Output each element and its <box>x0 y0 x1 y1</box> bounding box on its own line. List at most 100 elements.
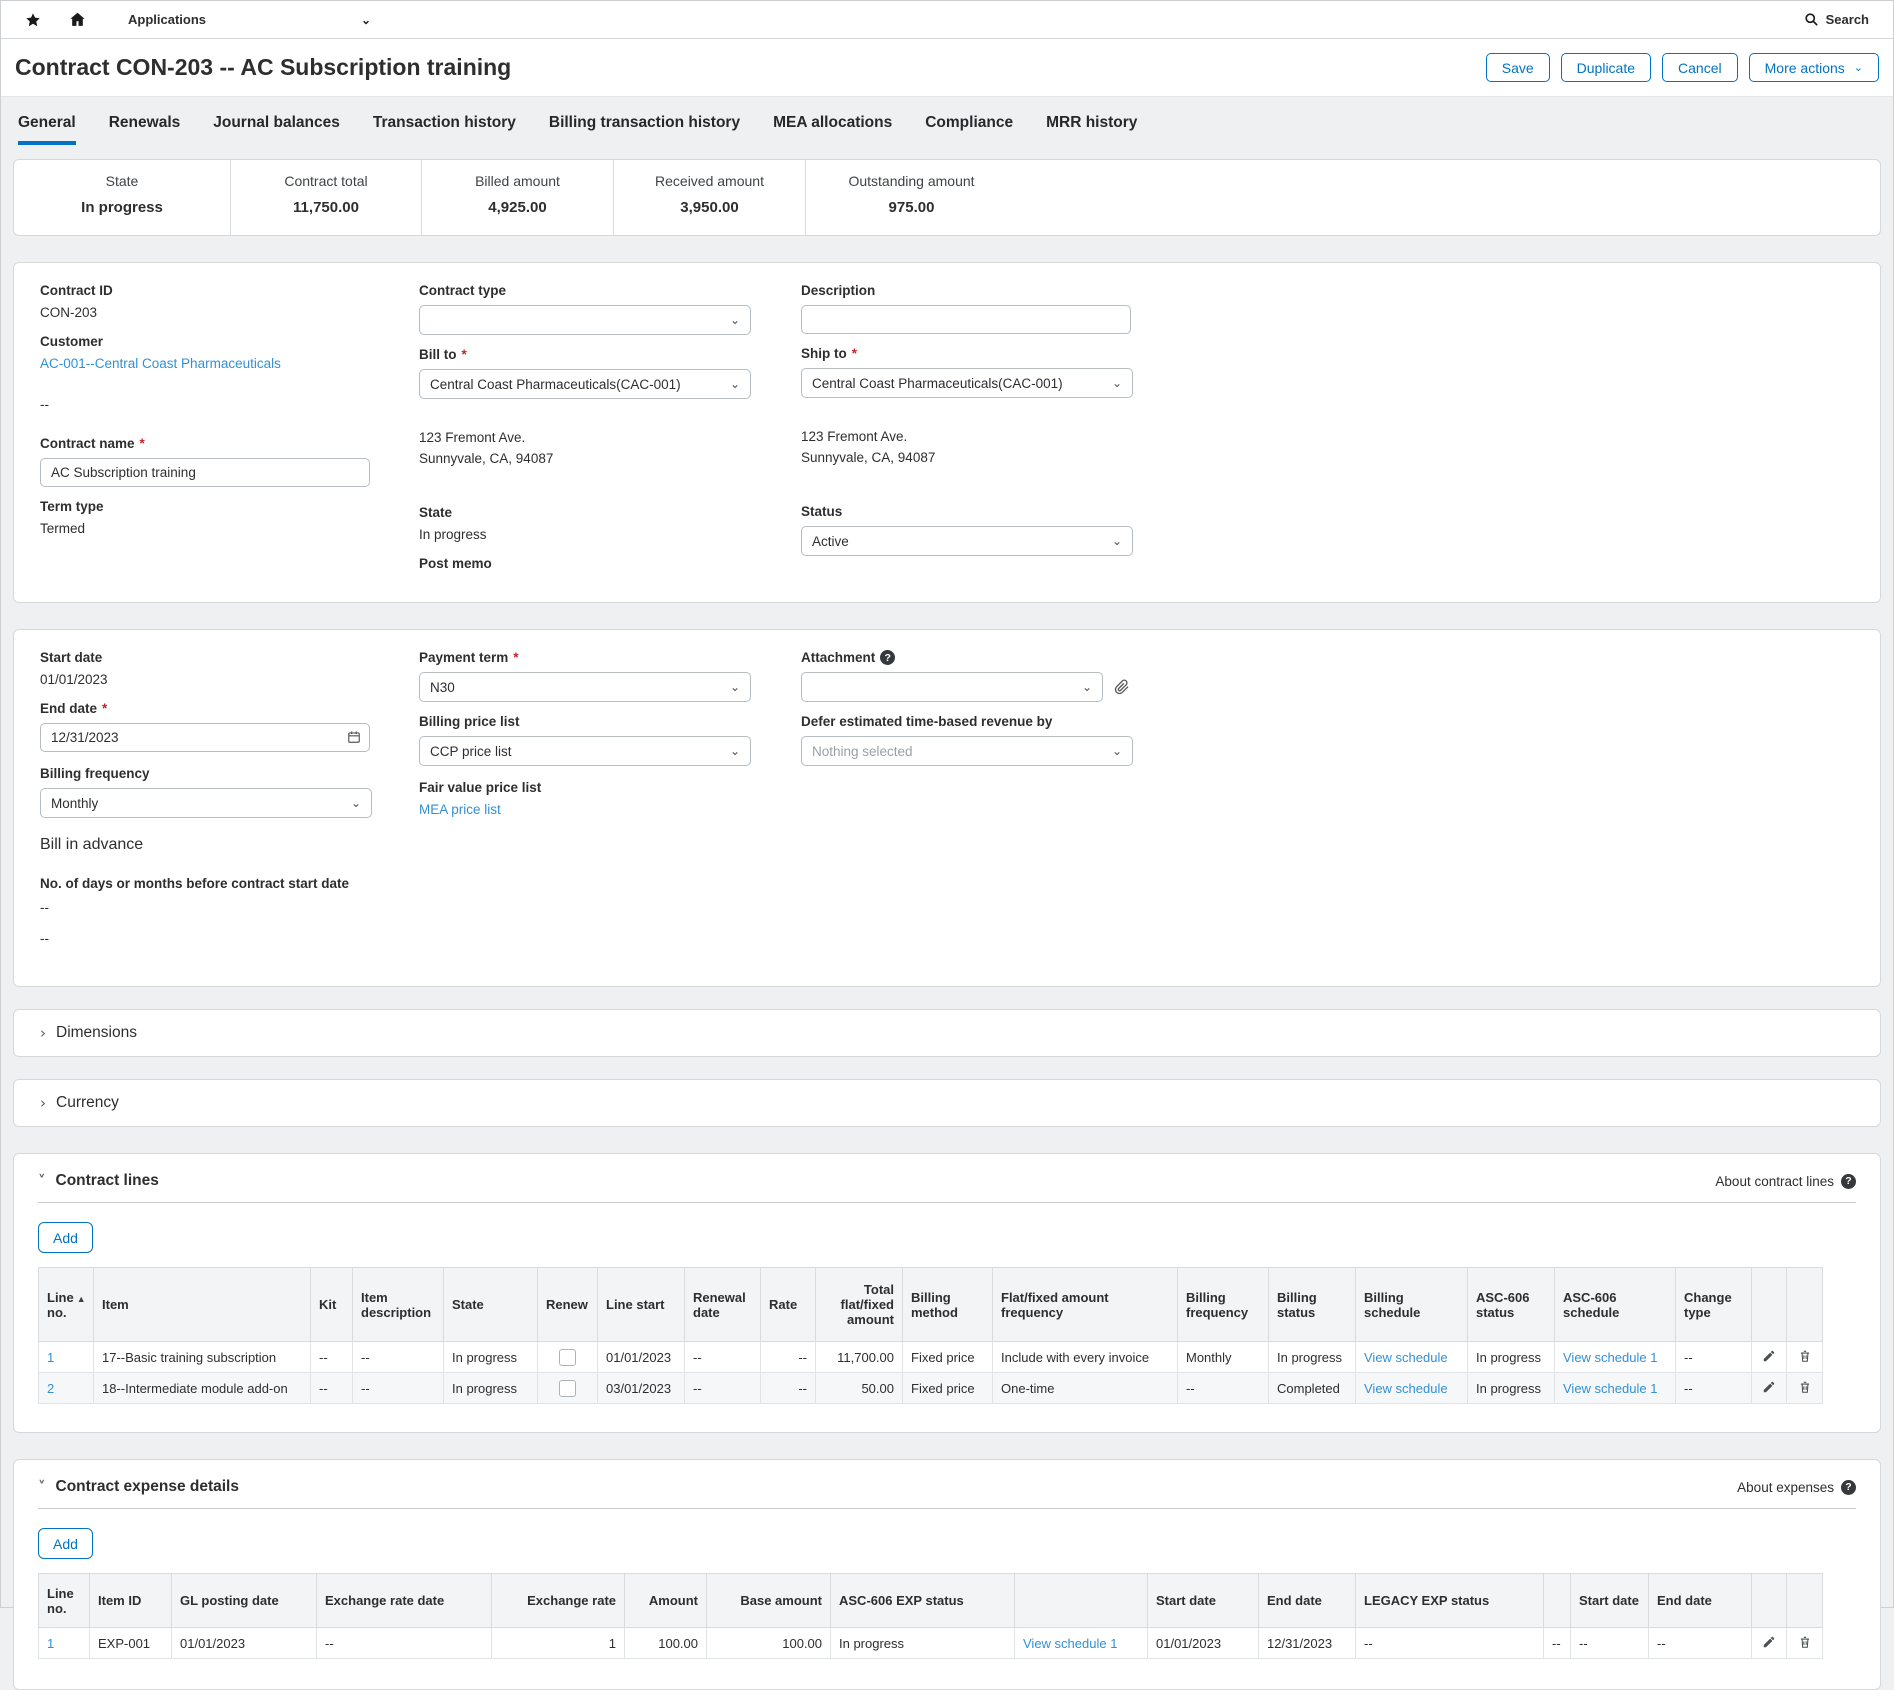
col-billing-status: Billing status <box>1269 1268 1356 1342</box>
cancel-button[interactable]: Cancel <box>1662 53 1738 82</box>
col-asc606-status: ASC-606 status <box>1468 1268 1555 1342</box>
renew-checkbox[interactable] <box>559 1380 576 1397</box>
tab-journal-balances[interactable]: Journal balances <box>213 114 340 145</box>
status-select[interactable]: Active ⌄ <box>801 526 1133 556</box>
dimensions-section-toggle[interactable]: › Dimensions <box>13 1009 1881 1057</box>
header-actions: Save Duplicate Cancel More actions ⌄ <box>1486 53 1879 82</box>
summary-value: 4,925.00 <box>422 199 613 216</box>
required-asterisk: * <box>513 650 518 665</box>
kit-cell: -- <box>311 1373 353 1404</box>
general-column-1: Contract ID CON-203 Customer AC-001--Cen… <box>40 283 419 578</box>
ship-to-select[interactable]: Central Coast Pharmaceuticals(CAC-001) ⌄ <box>801 368 1133 398</box>
chevron-down-icon: ⌄ <box>1112 534 1122 548</box>
contract-type-select[interactable]: ⌄ <box>419 305 751 335</box>
post-memo-label: Post memo <box>419 556 801 571</box>
bill-to-label: Bill to* <box>419 347 801 362</box>
applications-menu[interactable]: Applications ⌄ <box>128 12 371 27</box>
help-icon[interactable]: ? <box>880 650 895 665</box>
page-title: Contract CON-203 -- AC Subscription trai… <box>15 54 511 81</box>
col-item-description: Item description <box>353 1268 444 1342</box>
gl-posting-date-cell: 01/01/2023 <box>172 1628 317 1659</box>
defer-revenue-label: Defer estimated time-based revenue by <box>801 714 1854 729</box>
paperclip-icon[interactable] <box>1114 679 1130 695</box>
days-before-start-label: No. of days or months before contract st… <box>40 876 419 891</box>
chevron-right-icon: › <box>40 1024 46 1042</box>
duplicate-button[interactable]: Duplicate <box>1561 53 1651 82</box>
end-date-input[interactable] <box>40 723 370 752</box>
contract-line-row: 1 17--Basic training subscription -- -- … <box>39 1342 1823 1373</box>
add-expense-button[interactable]: Add <box>38 1528 93 1559</box>
item-id-cell: EXP-001 <box>90 1628 172 1659</box>
summary-received-amount: Received amount 3,950.00 <box>613 160 805 235</box>
tab-mea-allocations[interactable]: MEA allocations <box>773 114 892 145</box>
billing-schedule-link[interactable]: View schedule <box>1364 1350 1448 1365</box>
attachment-select[interactable]: ⌄ <box>801 672 1103 702</box>
edit-icon[interactable] <box>1762 1349 1776 1363</box>
save-button[interactable]: Save <box>1486 53 1550 82</box>
tab-billing-transaction-history[interactable]: Billing transaction history <box>549 114 740 145</box>
more-actions-button[interactable]: More actions ⌄ <box>1749 53 1879 82</box>
customer-extra-value: -- <box>40 397 419 412</box>
tab-renewals[interactable]: Renewals <box>109 114 181 145</box>
general-column-3: Description Ship to* Central Coast Pharm… <box>801 283 1854 578</box>
tab-general[interactable]: General <box>18 114 76 145</box>
line-number-link[interactable]: 1 <box>47 1636 54 1651</box>
edit-icon[interactable] <box>1762 1635 1776 1649</box>
chevron-down-icon[interactable]: ˅ <box>38 1478 46 1496</box>
asc606-schedule-link[interactable]: View schedule 1 <box>1563 1350 1657 1365</box>
col-legacy-exp-status: LEGACY EXP status <box>1356 1574 1544 1628</box>
about-contract-lines[interactable]: About contract lines ? <box>1715 1174 1856 1189</box>
col-line-no[interactable]: Line▲ no. <box>39 1268 94 1342</box>
line-start-cell: 03/01/2023 <box>598 1373 685 1404</box>
contract-name-input[interactable] <box>40 458 370 487</box>
start-date-value: 01/01/2023 <box>40 672 419 687</box>
bill-to-select[interactable]: Central Coast Pharmaceuticals(CAC-001) ⌄ <box>419 369 751 399</box>
delete-icon[interactable] <box>1798 1380 1812 1394</box>
chevron-down-icon: ⌄ <box>730 680 740 694</box>
item-description-cell: -- <box>353 1342 444 1373</box>
edit-icon[interactable] <box>1762 1380 1776 1394</box>
amount-cell: 100.00 <box>625 1628 707 1659</box>
asc606-schedule-link[interactable]: View schedule 1 <box>1563 1381 1657 1396</box>
line-number-link[interactable]: 1 <box>47 1350 54 1365</box>
chevron-down-icon: ⌄ <box>730 744 740 758</box>
payment-term-select[interactable]: N30 ⌄ <box>419 672 751 702</box>
ship-to-value: Central Coast Pharmaceuticals(CAC-001) <box>812 376 1063 391</box>
expense-schedule-link[interactable]: View schedule 1 <box>1023 1636 1117 1651</box>
add-contract-line-button[interactable]: Add <box>38 1222 93 1253</box>
delete-icon[interactable] <box>1798 1635 1812 1649</box>
currency-section-toggle[interactable]: › Currency <box>13 1079 1881 1127</box>
tab-transaction-history[interactable]: Transaction history <box>373 114 516 145</box>
dimensions-section-label: Dimensions <box>56 1024 137 1042</box>
billing-schedule-link[interactable]: View schedule <box>1364 1381 1448 1396</box>
asc606-exp-status-cell: In progress <box>831 1628 1015 1659</box>
calendar-icon[interactable] <box>347 730 361 744</box>
about-expenses[interactable]: About expenses ? <box>1737 1480 1856 1495</box>
home-icon[interactable] <box>69 11 86 28</box>
bill-in-advance-heading: Bill in advance <box>40 836 419 854</box>
global-search[interactable]: Search <box>1804 12 1869 27</box>
more-actions-label: More actions <box>1765 60 1845 76</box>
line-number-link[interactable]: 2 <box>47 1381 54 1396</box>
chevron-down-icon: ⌄ <box>1112 376 1122 390</box>
contract-type-label: Contract type <box>419 283 801 298</box>
ship-to-address: 123 Fremont Ave. Sunnyvale, CA, 94087 <box>801 426 1854 468</box>
legacy-exp-status-cell: -- <box>1356 1628 1544 1659</box>
mea-price-list-link[interactable]: MEA price list <box>419 802 501 817</box>
chevron-down-icon[interactable]: ˅ <box>38 1172 46 1190</box>
col-renewal-date: Renewal date <box>685 1268 761 1342</box>
billing-frequency-select[interactable]: Monthly ⌄ <box>40 788 372 818</box>
billing-price-list-select[interactable]: CCP price list ⌄ <box>419 736 751 766</box>
customer-link[interactable]: AC-001--Central Coast Pharmaceuticals <box>40 356 281 371</box>
tab-mrr-history[interactable]: MRR history <box>1046 114 1137 145</box>
delete-icon[interactable] <box>1798 1349 1812 1363</box>
sort-ascending-icon: ▲ <box>77 1294 86 1304</box>
favorite-star-icon[interactable] <box>25 12 41 28</box>
ship-to-address-line1: 123 Fremont Ave. <box>801 426 1854 447</box>
tab-compliance[interactable]: Compliance <box>925 114 1013 145</box>
contract-id-value: CON-203 <box>40 305 419 320</box>
attachment-label: Attachment ? <box>801 650 1854 665</box>
defer-revenue-select[interactable]: Nothing selected ⌄ <box>801 736 1133 766</box>
description-input[interactable] <box>801 305 1131 334</box>
renew-checkbox[interactable] <box>559 1349 576 1366</box>
